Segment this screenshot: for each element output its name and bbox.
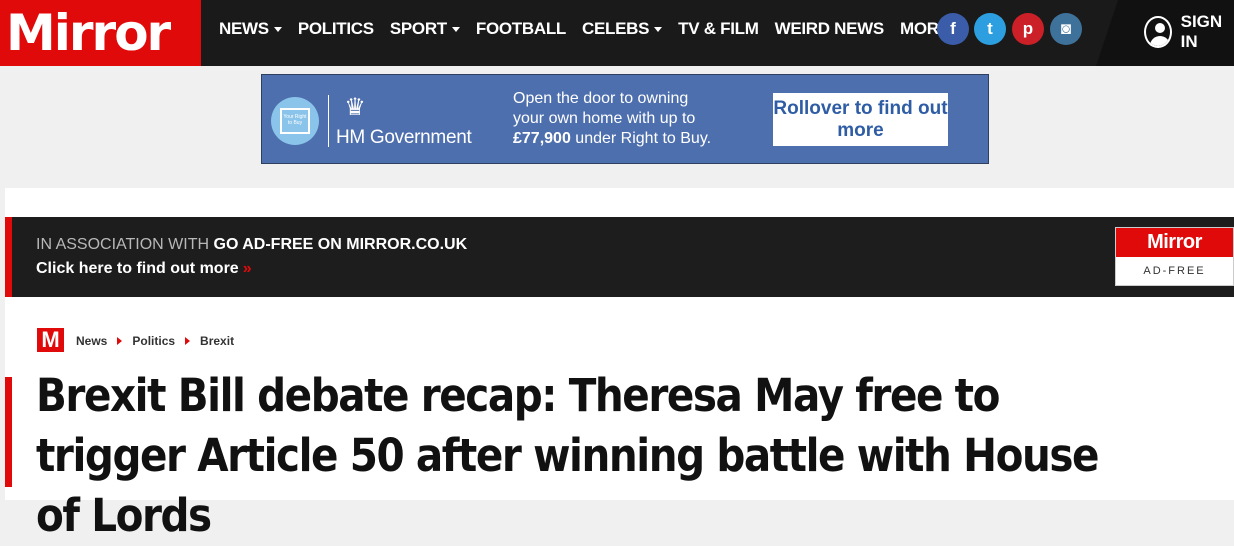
top-navigation-bar: Mirror NEWS POLITICS SPORT FOOTBALL CELE…	[0, 0, 1234, 66]
chevron-down-icon	[451, 26, 460, 32]
advertisement-banner[interactable]: Your Right to Buy ♛ HM Government Open t…	[261, 74, 989, 164]
breadcrumb-politics[interactable]: Politics	[132, 334, 175, 348]
chevron-down-icon	[273, 26, 282, 32]
ad-free-promo[interactable]: IN ASSOCIATION WITH GO AD-FREE ON MIRROR…	[5, 217, 1234, 297]
mirror-logo[interactable]: Mirror	[0, 0, 201, 66]
sign-in-label: SIGN IN	[1180, 12, 1223, 51]
ad-sponsor: HM Government	[336, 127, 472, 148]
nav-news[interactable]: NEWS	[219, 19, 282, 39]
user-icon	[1144, 16, 1172, 48]
breadcrumb: News Politics Brexit	[76, 334, 234, 348]
promo-link[interactable]: Click here to find out more»	[36, 260, 252, 278]
right-to-buy-badge: Your Right to Buy	[271, 97, 319, 145]
chevron-right-icon	[185, 337, 191, 345]
promo-accent-bar	[5, 217, 12, 297]
nav-sport[interactable]: SPORT	[390, 19, 460, 39]
chevron-down-icon	[654, 26, 663, 32]
instagram-icon[interactable]: ◙	[1050, 13, 1082, 45]
mirror-m-logo[interactable]: M	[37, 328, 64, 352]
headline-accent-bar	[5, 377, 12, 487]
breadcrumb-news[interactable]: News	[76, 334, 107, 348]
royal-crest-icon: ♛	[344, 94, 366, 121]
ad-cta-button[interactable]: Rollover to find out more	[773, 93, 948, 146]
nav-tv-film[interactable]: TV & FILM	[678, 19, 759, 39]
ad-divider	[328, 95, 329, 147]
mirror-ad-free-badge[interactable]: Mirror AD-FREE	[1115, 227, 1234, 286]
house-icon: Your Right to Buy	[280, 108, 310, 134]
sign-in-button[interactable]: SIGN IN	[1144, 12, 1234, 52]
nav-weird-news[interactable]: WEIRD NEWS	[775, 19, 885, 39]
arrow-icon: »	[242, 260, 252, 277]
facebook-icon[interactable]: f	[937, 13, 969, 45]
nav-football[interactable]: FOOTBALL	[476, 19, 566, 39]
promo-heading: IN ASSOCIATION WITH GO AD-FREE ON MIRROR…	[36, 236, 468, 253]
main-nav: NEWS POLITICS SPORT FOOTBALL CELEBS TV &…	[219, 0, 979, 58]
badge-label: AD-FREE	[1143, 265, 1206, 277]
badge-logo: Mirror	[1116, 228, 1233, 257]
pinterest-icon[interactable]: p	[1012, 13, 1044, 45]
breadcrumb-brexit[interactable]: Brexit	[200, 334, 234, 348]
article-headline: Brexit Bill debate recap: Theresa May fr…	[36, 369, 1099, 542]
ad-copy: Open the door to owning your own home wi…	[513, 90, 712, 147]
nav-politics[interactable]: POLITICS	[298, 19, 374, 39]
nav-celebs[interactable]: CELEBS	[582, 19, 663, 39]
chevron-right-icon	[117, 337, 123, 345]
twitter-icon[interactable]: t	[974, 13, 1006, 45]
